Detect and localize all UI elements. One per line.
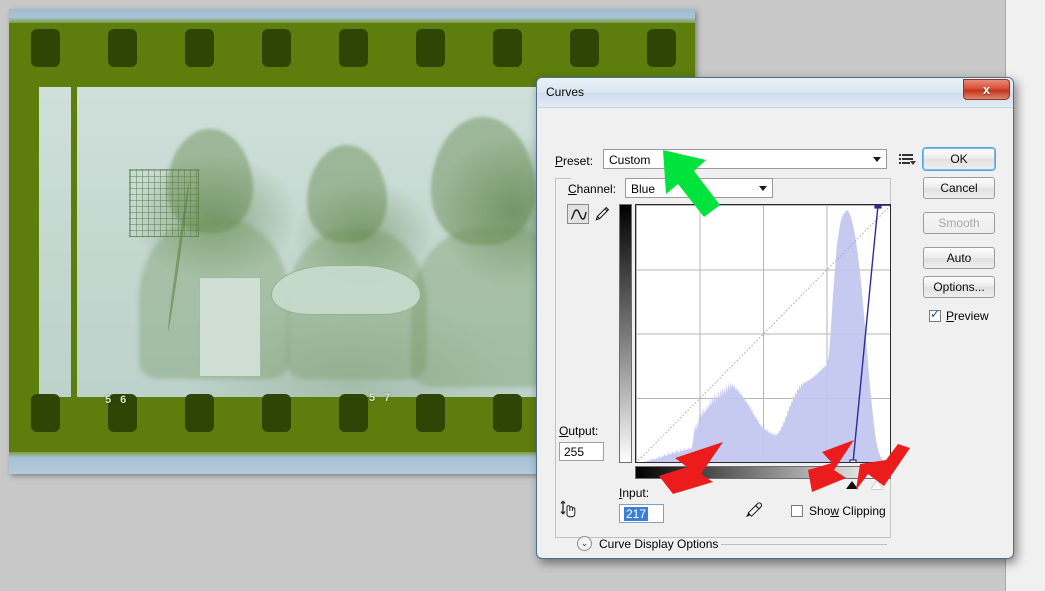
negative-toy-car bbox=[271, 265, 421, 315]
input-gradient-bar bbox=[635, 466, 891, 479]
preset-dropdown[interactable]: Custom bbox=[603, 149, 887, 169]
curve-display-options-label[interactable]: Curve Display Options bbox=[599, 537, 718, 551]
hand-arrows-glyph bbox=[560, 500, 576, 518]
curve-tool-glyph bbox=[570, 208, 587, 220]
frame-divider-vertical bbox=[71, 81, 77, 401]
curve-control-point-black bbox=[849, 459, 857, 462]
input-field[interactable]: 217 bbox=[619, 504, 664, 523]
chevron-down-icon bbox=[759, 186, 767, 191]
curve-control-point-white bbox=[874, 205, 882, 209]
dialog-body: Preset: Custom Channel: Blue Output: 255… bbox=[537, 108, 1013, 559]
auto-button[interactable]: Auto bbox=[923, 247, 995, 269]
sprocket-hole bbox=[493, 394, 522, 432]
negative-box bbox=[199, 277, 261, 377]
sprocket-hole bbox=[493, 29, 522, 67]
histogram-shape bbox=[642, 210, 886, 462]
output-label: Output: bbox=[559, 424, 599, 438]
sprocket-hole bbox=[262, 394, 291, 432]
negative-face-3 bbox=[431, 117, 535, 245]
curve-pencil-icon[interactable] bbox=[567, 204, 589, 224]
output-value: 255 bbox=[564, 444, 585, 459]
film-sprocket-row-top bbox=[9, 27, 695, 69]
show-clipping-checkbox[interactable] bbox=[791, 505, 803, 517]
screen: 5 6 5 7 Curves x Preset: Custom Channel:… bbox=[0, 0, 1045, 591]
eyedropper-icon[interactable] bbox=[745, 502, 763, 520]
chevron-down-icon bbox=[873, 157, 881, 162]
ok-button[interactable]: OK bbox=[923, 148, 995, 170]
close-icon[interactable]: x bbox=[963, 79, 1010, 100]
input-value: 217 bbox=[624, 506, 649, 521]
sprocket-hole bbox=[339, 394, 368, 432]
output-gradient-bar bbox=[619, 204, 632, 463]
on-image-adjustment-hand-icon[interactable] bbox=[559, 498, 583, 522]
preview-checkbox[interactable] bbox=[929, 308, 941, 322]
white-point-slider[interactable] bbox=[871, 481, 883, 489]
smooth-button: Smooth bbox=[923, 212, 995, 234]
input-label: Input: bbox=[619, 486, 650, 500]
sprocket-hole bbox=[31, 394, 60, 432]
frame-divider-horizontal bbox=[39, 81, 79, 87]
black-point-slider[interactable] bbox=[846, 481, 858, 489]
film-frame-number-57: 5 7 bbox=[369, 392, 394, 404]
curve-canvas[interactable] bbox=[635, 204, 891, 463]
sprocket-hole bbox=[262, 29, 291, 67]
sprocket-hole bbox=[185, 394, 214, 432]
film-edge-top bbox=[9, 9, 695, 23]
show-clipping-label: Show Clipping bbox=[809, 504, 886, 518]
preset-label: Preset: bbox=[555, 154, 594, 168]
sprocket-hole bbox=[416, 394, 445, 432]
channel-label: Channel: bbox=[565, 182, 620, 196]
curve-plot bbox=[636, 205, 890, 462]
cancel-button[interactable]: Cancel bbox=[923, 177, 995, 199]
dialog-title: Curves bbox=[546, 85, 585, 99]
sprocket-hole bbox=[31, 29, 60, 67]
negative-face-1 bbox=[167, 129, 253, 233]
dialog-titlebar[interactable]: Curves x bbox=[537, 78, 1013, 108]
section-divider bbox=[721, 544, 887, 545]
sprocket-hole bbox=[570, 29, 599, 67]
preset-value: Custom bbox=[609, 153, 651, 167]
eyedropper-glyph bbox=[746, 502, 763, 517]
output-field[interactable]: 255 bbox=[559, 442, 604, 461]
pencil-icon[interactable] bbox=[591, 204, 613, 224]
options-button[interactable]: Options... bbox=[923, 276, 995, 298]
sprocket-hole bbox=[108, 29, 137, 67]
pencil-glyph bbox=[595, 206, 610, 221]
curves-dialog: Curves x Preset: Custom Channel: Blue Ou… bbox=[536, 77, 1014, 559]
film-frame-number-56: 5 6 bbox=[105, 394, 130, 406]
chevron-double-down-icon[interactable]: ⌄ bbox=[577, 536, 592, 551]
sprocket-hole bbox=[416, 29, 445, 67]
sprocket-hole bbox=[647, 29, 676, 67]
channel-dropdown[interactable]: Blue bbox=[625, 178, 773, 198]
sprocket-hole bbox=[185, 29, 214, 67]
sprocket-hole bbox=[339, 29, 368, 67]
preview-label: Preview bbox=[946, 309, 989, 323]
preset-menu-icon[interactable] bbox=[899, 153, 916, 167]
channel-value: Blue bbox=[631, 182, 656, 196]
